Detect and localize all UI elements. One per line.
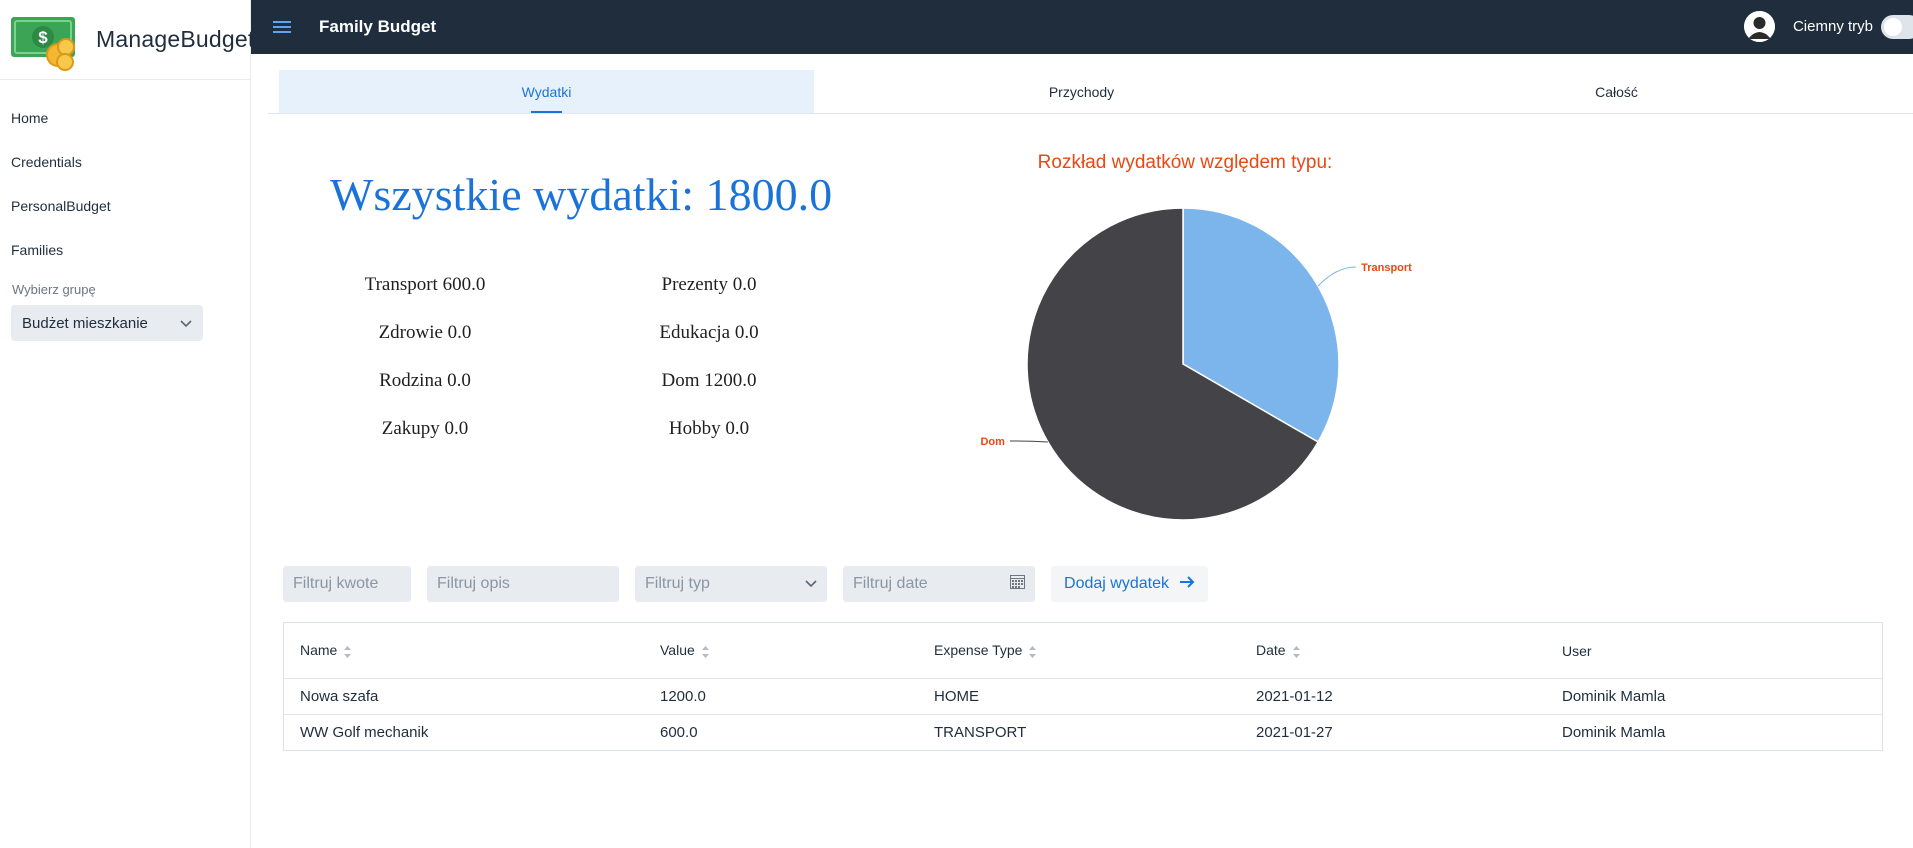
sidebar: $ ManageBudget Home Credentials Personal…	[0, 0, 254, 848]
pie-label-connector	[1009, 440, 1048, 443]
sidebar-item-personal-budget[interactable]: PersonalBudget	[0, 184, 250, 228]
dark-mode-toggle[interactable]	[1881, 15, 1913, 39]
avatar[interactable]	[1744, 11, 1775, 42]
date-filter-placeholder: Filtruj date	[853, 575, 928, 592]
group-select-label: Wybierz grupę	[12, 282, 96, 297]
page-title: Family Budget	[319, 17, 437, 36]
dark-mode-label: Ciemny tryb	[1792, 18, 1873, 35]
amount-filter-placeholder: Filtruj kwote	[293, 575, 379, 592]
category-education: Edukacja 0.0	[659, 322, 759, 343]
brand[interactable]: $ ManageBudget	[0, 0, 254, 80]
group-select[interactable]: Budżet mieszkanie	[11, 305, 203, 341]
tab-incomes[interactable]: Przychody	[814, 70, 1349, 113]
table-row[interactable]: WW Golf mechanik 600.0 TRANSPORT 2021-01…	[284, 714, 1882, 750]
header-name-label: Name	[300, 642, 338, 659]
category-hobby: Hobby 0.0	[668, 418, 750, 439]
sort-icon[interactable]	[343, 645, 352, 659]
cell-date: 2021-01-12	[1256, 688, 1333, 705]
cell-expense-type: HOME	[934, 688, 979, 705]
category-gifts: Prezenty 0.0	[661, 274, 757, 295]
cell-name: WW Golf mechanik	[300, 724, 429, 741]
table-row[interactable]: Nowa szafa 1200.0 HOME 2021-01-12 Domini…	[284, 678, 1882, 714]
column-header-user: User	[1562, 642, 1592, 659]
header-date-label: Date	[1256, 642, 1286, 659]
category-health: Zdrowie 0.0	[378, 322, 472, 343]
expense-pie-chart: Transport Dom	[980, 207, 1412, 521]
sort-icon[interactable]	[1292, 645, 1301, 659]
pie-label-dom: Dom	[980, 436, 1005, 448]
tab-bar: Wydatki Przychody Całość	[268, 70, 1913, 114]
brand-name: ManageBudget	[96, 26, 255, 52]
header-value-label: Value	[660, 642, 695, 659]
category-home: Dom 1200.0	[661, 370, 757, 391]
description-filter-placeholder: Filtruj opis	[437, 575, 510, 592]
sort-icon[interactable]	[701, 645, 710, 659]
sidebar-item-home[interactable]: Home	[0, 96, 250, 140]
cell-name: Nowa szafa	[300, 688, 379, 705]
cell-date: 2021-01-27	[1256, 724, 1333, 741]
total-expenses: Wszystkie wydatki: 1800.0	[330, 169, 833, 220]
menu-icon[interactable]	[273, 18, 291, 36]
description-filter-input[interactable]: Filtruj opis	[427, 566, 619, 602]
pie-label-transport: Transport	[1361, 262, 1412, 274]
column-header-name[interactable]: Name	[284, 642, 644, 658]
table-header-row: Name Value Expense Type Date User	[284, 623, 1882, 678]
pie-label-connector	[1317, 266, 1357, 287]
category-family: Rodzina 0.0	[379, 370, 471, 391]
type-filter-select[interactable]: Filtruj typ	[635, 566, 827, 602]
tab-overall[interactable]: Całość	[1349, 70, 1884, 113]
category-shopping: Zakupy 0.0	[381, 418, 469, 439]
add-expense-button[interactable]: Dodaj wydatek	[1051, 566, 1208, 602]
column-header-date[interactable]: Date	[1240, 642, 1546, 658]
chevron-down-icon	[180, 315, 192, 332]
sidebar-item-credentials[interactable]: Credentials	[0, 140, 250, 184]
cell-value: 1200.0	[660, 688, 706, 705]
column-header-expense-type[interactable]: Expense Type	[918, 642, 1240, 658]
svg-text:$: $	[38, 28, 48, 47]
date-filter-input[interactable]: Filtruj date	[843, 566, 1035, 602]
top-bar: Family Budget Ciemny tryb	[251, 0, 1913, 54]
arrow-right-icon	[1179, 575, 1195, 593]
header-type-label: Expense Type	[934, 642, 1023, 659]
cell-user: Dominik Mamla	[1562, 724, 1666, 741]
calendar-icon[interactable]	[1010, 574, 1025, 594]
cell-expense-type: TRANSPORT	[934, 724, 1027, 741]
column-header-value[interactable]: Value	[644, 642, 918, 658]
chart-title: Rozkład wydatków względem typu:	[1037, 152, 1333, 173]
cell-user: Dominik Mamla	[1562, 688, 1666, 705]
type-filter-placeholder: Filtruj typ	[645, 575, 710, 592]
tab-expenses[interactable]: Wydatki	[279, 70, 814, 113]
cell-value: 600.0	[660, 724, 698, 741]
group-select-value: Budżet mieszkanie	[22, 314, 148, 332]
expenses-table: Name Value Expense Type Date User Nowa s…	[283, 622, 1883, 751]
amount-filter-input[interactable]: Filtruj kwote	[283, 566, 411, 602]
sidebar-nav: Home Credentials PersonalBudget Families	[0, 80, 250, 272]
category-transport: Transport 600.0	[364, 274, 486, 295]
chevron-down-icon	[805, 575, 817, 593]
toggle-knob	[1884, 18, 1902, 36]
add-expense-label: Dodaj wydatek	[1064, 575, 1169, 592]
sidebar-item-families[interactable]: Families	[0, 228, 250, 272]
money-coins-icon: $	[10, 9, 78, 71]
sort-icon[interactable]	[1028, 645, 1037, 659]
